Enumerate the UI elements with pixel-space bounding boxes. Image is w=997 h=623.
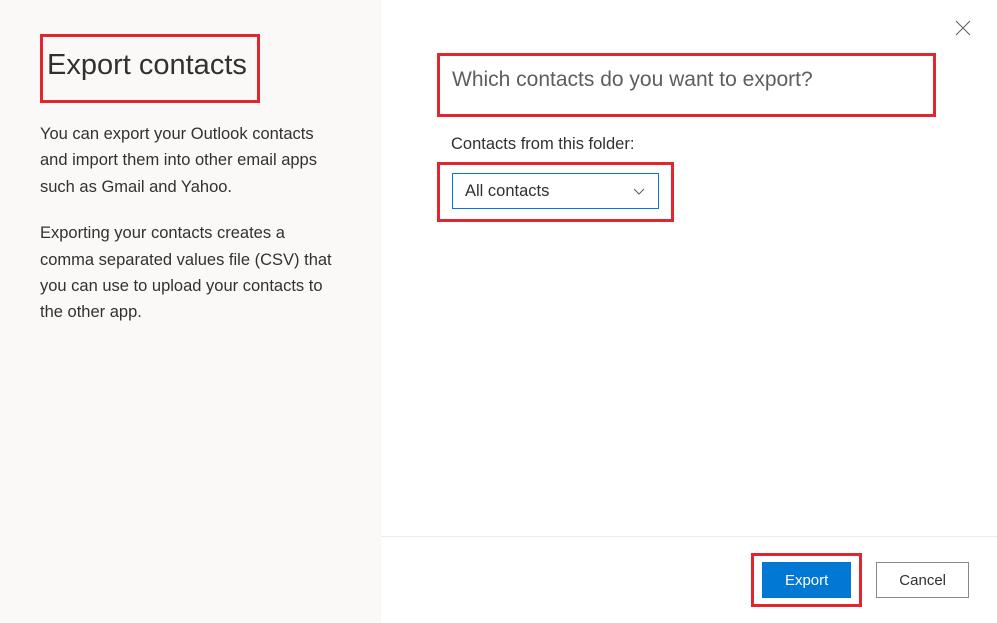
main-heading: Which contacts do you want to export? (452, 68, 813, 92)
highlight-box-heading: Which contacts do you want to export? (437, 53, 936, 117)
export-button[interactable]: Export (762, 562, 851, 598)
highlight-box-export: Export (751, 553, 862, 607)
dialog-description-1: You can export your Outlook contacts and… (40, 121, 341, 200)
close-button[interactable] (955, 20, 975, 40)
dialog-footer: Export Cancel (381, 536, 997, 623)
highlight-box-dropdown: All contacts (437, 162, 674, 222)
cancel-button[interactable]: Cancel (876, 562, 969, 598)
main-panel: Which contacts do you want to export? Co… (381, 0, 997, 623)
highlight-box-title: Export contacts (40, 34, 260, 103)
chevron-down-icon (632, 184, 646, 198)
side-panel: Export contacts You can export your Outl… (0, 0, 381, 623)
folder-dropdown[interactable]: All contacts (452, 173, 659, 209)
folder-label: Contacts from this folder: (451, 135, 941, 154)
dialog-description-2: Exporting your contacts creates a comma … (40, 220, 341, 326)
folder-dropdown-value: All contacts (465, 182, 549, 201)
main-content: Which contacts do you want to export? Co… (381, 0, 997, 536)
dialog-title: Export contacts (47, 49, 247, 82)
close-icon (955, 20, 971, 36)
